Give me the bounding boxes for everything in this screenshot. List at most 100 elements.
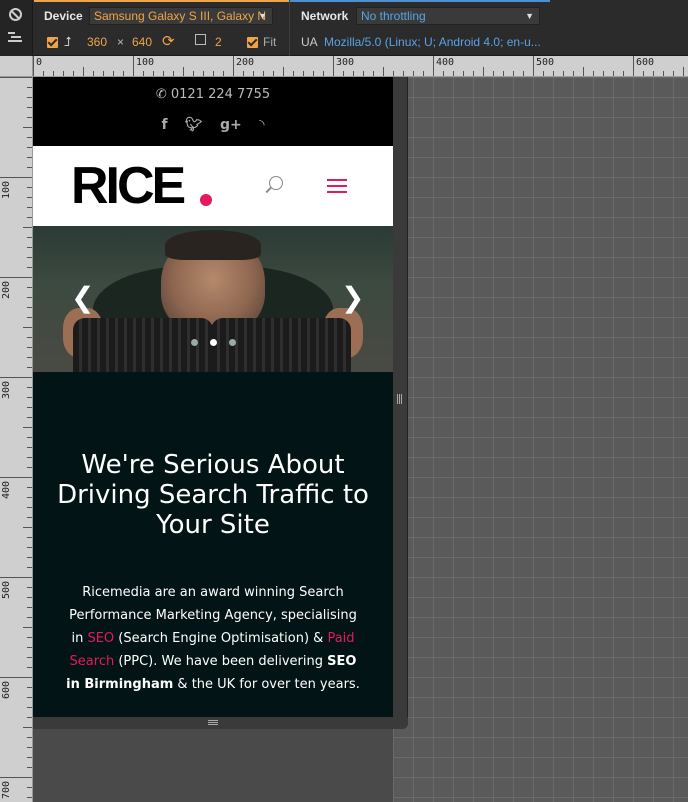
ruler-tick: [303, 71, 304, 76]
ruler-label: 300: [336, 57, 355, 68]
ruler-tick: [443, 71, 444, 76]
ruler-tick: [27, 607, 32, 608]
ruler-tick: [313, 71, 314, 76]
zoom-icon: [195, 34, 206, 45]
ruler-tick: [27, 517, 32, 518]
ruler-tick: [27, 87, 32, 88]
ruler-tick: [423, 71, 424, 76]
ruler-tick: [613, 71, 614, 76]
ruler-tick: [27, 647, 32, 648]
intro-headline: We're Serious About Driving Search Traff…: [57, 450, 369, 540]
height-input[interactable]: 640: [132, 35, 152, 49]
site-logo[interactable]: RICE: [71, 158, 186, 214]
slider-next-icon[interactable]: ❯: [341, 284, 364, 312]
phone-number[interactable]: ✆ 0121 224 7755: [33, 87, 393, 102]
device-resize-handle-right[interactable]: [393, 77, 408, 729]
slider-prev-icon[interactable]: ❮: [71, 284, 94, 312]
ruler-tick: [27, 287, 32, 288]
slider-dot[interactable]: [228, 339, 236, 346]
ruler-tick: [513, 71, 514, 76]
ruler-tick: [453, 71, 454, 76]
device-resize-handle-bottom[interactable]: [33, 717, 408, 729]
intro-text: & the UK for over ten years.: [173, 677, 360, 692]
width-input[interactable]: 360: [87, 35, 107, 49]
hero-slider: ❮ ❯: [33, 226, 393, 372]
ruler-tick: [27, 467, 32, 468]
ruler-tick: [27, 697, 32, 698]
ruler-tick: [27, 457, 32, 458]
ruler-tick: [27, 787, 32, 788]
ruler-tick: [27, 317, 32, 318]
site-topbar: ✆ 0121 224 7755 f 🐦︎ g+ ◝: [33, 77, 393, 146]
ruler-tick: [0, 177, 32, 178]
ruler-tick: [583, 67, 584, 76]
ruler-label: 700: [1, 780, 12, 799]
slider-dot-active[interactable]: [209, 339, 217, 346]
device-toolbar: Device Samsung Galaxy S III, Galaxy N ▼ …: [0, 0, 688, 56]
ruler-tick: [23, 727, 32, 728]
ruler-tick: [543, 71, 544, 76]
ruler-tick: [663, 71, 664, 76]
rotate-icon[interactable]: ⟳: [162, 32, 175, 50]
ruler-tick: [153, 71, 154, 76]
chevron-down-icon: ▼: [258, 11, 267, 21]
ruler-tick: [0, 577, 32, 578]
chevron-down-icon: ▼: [525, 11, 534, 21]
show-drawer-icon[interactable]: [8, 32, 24, 44]
slider-dots: [33, 339, 393, 346]
ruler-tick: [463, 71, 464, 76]
fit-checkbox[interactable]: [247, 37, 258, 48]
facebook-icon[interactable]: f: [161, 117, 167, 133]
network-select[interactable]: No throttling ▼: [356, 7, 540, 25]
intro-text: (Search Engine Optimisation) &: [114, 631, 328, 646]
ruler-tick: [27, 197, 32, 198]
twitter-icon[interactable]: 🐦︎: [185, 117, 203, 133]
slider-dot[interactable]: [190, 339, 198, 346]
ruler-tick: [253, 71, 254, 76]
ruler-label: 500: [536, 57, 555, 68]
ruler-tick: [43, 71, 44, 76]
device-select[interactable]: Samsung Galaxy S III, Galaxy N ▼: [89, 7, 273, 25]
ruler-tick: [27, 637, 32, 638]
ruler-tick: [23, 427, 32, 428]
rss-icon[interactable]: ◝: [259, 117, 264, 133]
search-icon[interactable]: [269, 176, 283, 190]
zoom-input[interactable]: 2: [215, 35, 222, 49]
google-plus-icon[interactable]: g+: [220, 117, 242, 133]
ruler-tick: [27, 367, 32, 368]
ruler-tick: [27, 157, 32, 158]
ruler-tick: [27, 507, 32, 508]
ruler-tick: [23, 527, 32, 528]
ruler-tick: [333, 56, 334, 76]
ruler-tick: [27, 567, 32, 568]
ruler-tick: [33, 56, 34, 76]
ruler-tick: [27, 137, 32, 138]
seo-link[interactable]: SEO: [87, 631, 114, 646]
ruler-tick: [27, 547, 32, 548]
ruler-tick: [633, 56, 634, 76]
ruler-corner: [0, 56, 33, 77]
ruler-tick: [343, 71, 344, 76]
swap-dimensions-icon[interactable]: ⮥: [64, 34, 72, 50]
device-viewport: ✆ 0121 224 7755 f 🐦︎ g+ ◝ RICE ❮ ❯ We're…: [33, 77, 393, 717]
phone-text: 0121 224 7755: [170, 87, 271, 102]
ruler-tick: [263, 71, 264, 76]
ruler-tick: [23, 127, 32, 128]
ua-input[interactable]: Mozilla/5.0 (Linux; U; Android 4.0; en-u…: [324, 35, 544, 49]
ruler-tick: [27, 617, 32, 618]
ruler-tick: [113, 71, 114, 76]
ruler-tick: [27, 347, 32, 348]
dimension-separator: ×: [117, 35, 125, 49]
ruler-tick: [27, 107, 32, 108]
ruler-tick: [27, 147, 32, 148]
ruler-tick: [27, 307, 32, 308]
ruler-left: 100 200 300 400 500 600 700: [0, 77, 33, 802]
ruler-tick: [413, 71, 414, 76]
disable-emulation-icon[interactable]: [9, 8, 22, 21]
hero-image-hair: [165, 230, 261, 260]
ruler-tick: [27, 497, 32, 498]
ruler-tick: [53, 71, 54, 76]
dimension-checkbox[interactable]: [47, 37, 58, 48]
ruler-tick: [27, 337, 32, 338]
hamburger-menu-icon[interactable]: [327, 179, 347, 193]
